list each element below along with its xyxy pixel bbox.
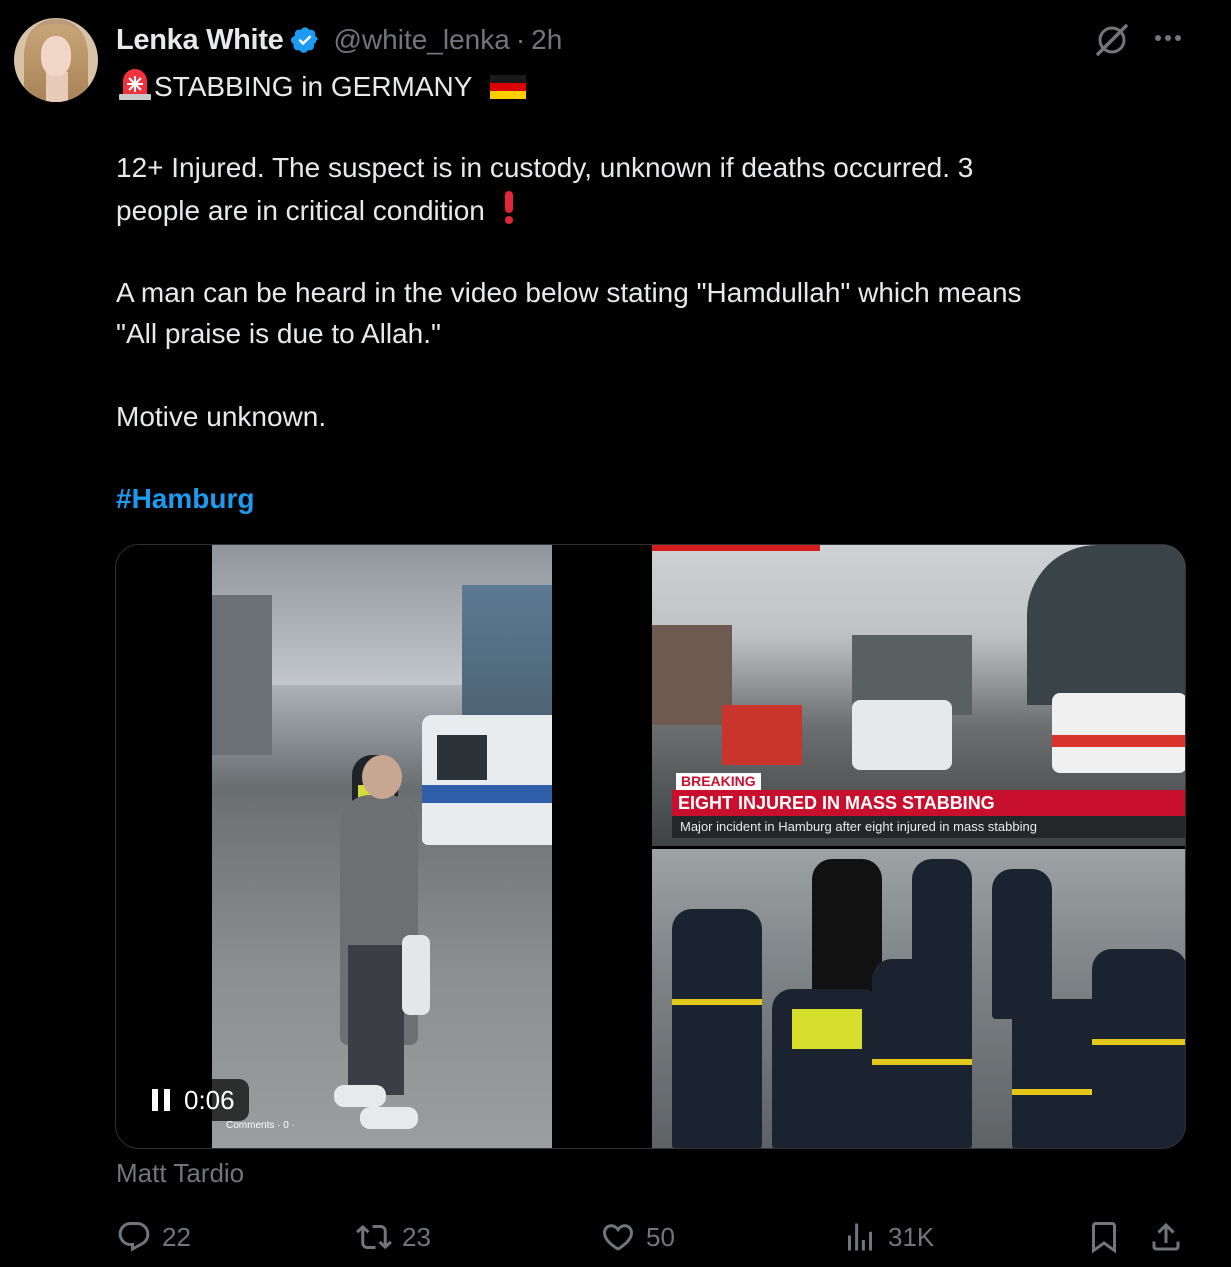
news-screenshot-image[interactable]: BREAKING EIGHT INJURED IN MASS STABBING … <box>652 545 1185 846</box>
news-headline: EIGHT INJURED IN MASS STABBING <box>672 790 1185 816</box>
repost-button[interactable]: 23 <box>356 1212 431 1262</box>
heart-icon <box>602 1224 634 1251</box>
avatar[interactable] <box>14 18 98 102</box>
share-button[interactable] <box>1148 1212 1184 1262</box>
police-light-emoji <box>119 69 151 100</box>
views-icon <box>848 1223 872 1251</box>
timestamp[interactable]: 2h <box>531 24 562 56</box>
tweet-paragraph-2-line-2: "All praise is due to Allah." <box>116 318 441 349</box>
reply-count: 22 <box>162 1221 191 1252</box>
bookmark-button[interactable] <box>1086 1212 1122 1262</box>
video-time: 0:06 <box>184 1084 235 1115</box>
hashtag-link[interactable]: #Hamburg <box>116 478 254 520</box>
reply-button[interactable]: 22 <box>116 1212 191 1262</box>
video-frame <box>212 545 552 1148</box>
news-subline: Major incident in Hamburg after eight in… <box>672 816 1185 838</box>
tweet-paragraph-1-line-2-text: people are in critical condition <box>116 195 485 226</box>
author-handle[interactable]: @white_lenka <box>334 24 510 56</box>
red-exclamation-emoji <box>504 191 513 224</box>
verified-badge-icon <box>290 27 318 53</box>
action-bar: 22 23 50 31K <box>116 1212 1186 1262</box>
tweet-paragraph-2-line-1: A man can be heard in the video below st… <box>116 277 1022 308</box>
video-overlay-text: Comments · 0 · <box>226 1120 295 1131</box>
separator-dot: · <box>515 24 526 55</box>
author-name[interactable]: Lenka White <box>116 24 284 57</box>
repost-icon <box>356 1224 392 1250</box>
responders-photo[interactable] <box>652 849 1185 1148</box>
share-icon <box>1152 1222 1180 1251</box>
bookmark-icon <box>1092 1222 1116 1254</box>
repost-count: 23 <box>402 1221 431 1252</box>
more-icon[interactable] <box>1150 28 1186 48</box>
views-button[interactable]: 31K <box>842 1212 934 1262</box>
tweet-header: Lenka White @white_lenka · 2h <box>116 22 562 58</box>
tweet-paragraph-1-line-1: 12+ Injured. The suspect is in custody, … <box>116 152 974 183</box>
tweet-paragraph-3: Motive unknown. <box>116 401 327 432</box>
media-attribution[interactable]: Matt Tardio <box>116 1158 244 1189</box>
media-grid: Comments · 0 · 0:06 BREAKING EIGHT INJUR… <box>115 544 1186 1149</box>
tweet-title-text: STABBING in GERMANY <box>154 71 472 102</box>
reply-icon <box>118 1222 150 1252</box>
grok-icon[interactable] <box>1092 20 1132 60</box>
like-button[interactable]: 50 <box>600 1212 675 1262</box>
pause-icon[interactable] <box>152 1089 170 1111</box>
tweet-paragraph-1-line-2: people are in critical condition <box>116 189 519 232</box>
germany-flag-emoji <box>489 75 526 99</box>
tweet-title-line: STABBING in GERMANY <box>116 66 528 108</box>
like-count: 50 <box>646 1221 675 1252</box>
video-controls[interactable]: 0:06 <box>138 1079 249 1121</box>
news-breaking-label: BREAKING <box>676 773 761 790</box>
views-count: 31K <box>888 1221 935 1252</box>
video-player[interactable]: Comments · 0 · 0:06 <box>116 545 650 1148</box>
